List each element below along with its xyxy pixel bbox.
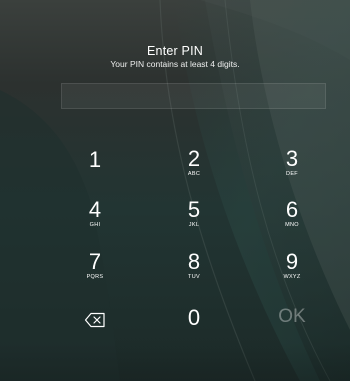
key-letters: ABC: [187, 171, 201, 177]
pin-header: Enter PIN Your PIN contains at least 4 d…: [0, 44, 350, 70]
key-digit: 3: [285, 146, 299, 171]
key-digit: 8: [187, 249, 201, 274]
key-letters: PQRS: [86, 274, 104, 280]
key-digit: 2: [187, 146, 201, 171]
key-5[interactable]: 5 JKL: [159, 198, 229, 242]
backspace-button[interactable]: [60, 306, 130, 336]
key-digit: 0: [187, 305, 201, 330]
key-digit: 9: [285, 249, 299, 274]
key-4[interactable]: 4 GHI: [60, 198, 130, 242]
ok-label: OK: [278, 306, 306, 327]
key-digit: 7: [88, 249, 102, 274]
bottom-shade: [0, 343, 350, 381]
key-8[interactable]: 8 TUV: [159, 250, 229, 294]
pin-input-field[interactable]: [61, 83, 326, 109]
key-digit: 5: [187, 197, 201, 222]
key-letters: MNO: [285, 222, 299, 228]
key-letters: WXYZ: [283, 274, 301, 280]
key-9[interactable]: 9 WXYZ: [257, 250, 327, 294]
key-letters: JKL: [188, 222, 200, 228]
pin-hint: Your PIN contains at least 4 digits.: [110, 59, 240, 69]
page-title: Enter PIN: [147, 44, 203, 58]
key-6[interactable]: 6 MNO: [257, 198, 327, 242]
key-digit: 4: [88, 197, 102, 222]
key-letters: DEF: [286, 171, 298, 177]
key-1[interactable]: 1: [60, 147, 130, 191]
key-letters: GHI: [89, 222, 101, 228]
lock-screen: Enter PIN Your PIN contains at least 4 d…: [0, 0, 350, 381]
key-letters: TUV: [188, 274, 200, 280]
backspace-icon: [84, 312, 105, 328]
key-2[interactable]: 2 ABC: [159, 147, 229, 191]
key-7[interactable]: 7 PQRS: [60, 250, 130, 294]
key-digit: 6: [285, 197, 299, 222]
key-3[interactable]: 3 DEF: [257, 147, 327, 191]
key-digit: 1: [88, 147, 102, 172]
